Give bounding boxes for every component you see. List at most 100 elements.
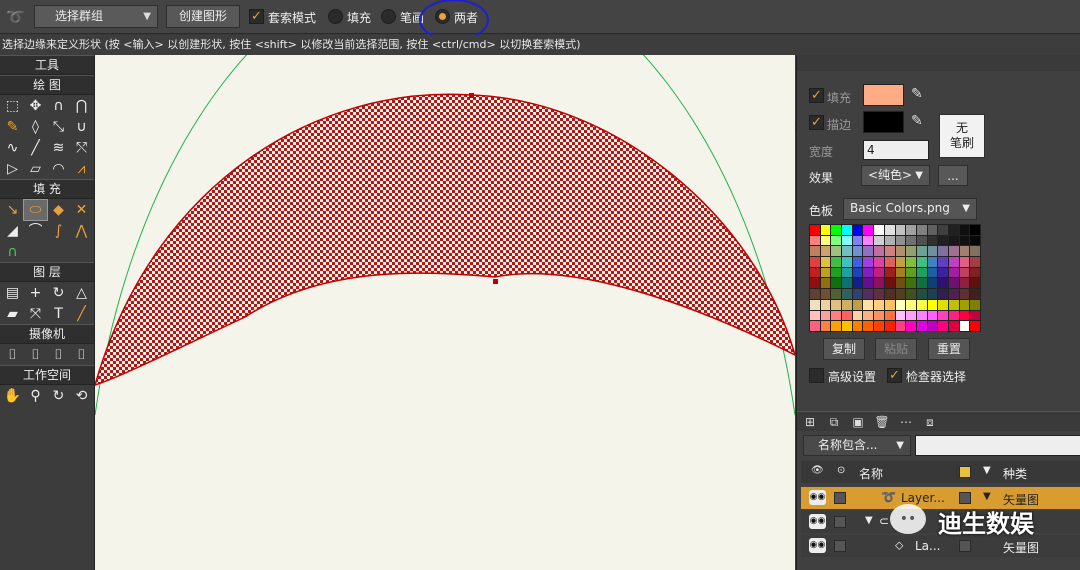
palette-color-cell[interactable] (842, 278, 852, 289)
palette-color-cell[interactable] (810, 299, 820, 310)
eye-icon[interactable]: ◉◉ (809, 514, 826, 529)
layer-settings-icon[interactable]: ⧈ (921, 414, 939, 430)
both-radio[interactable] (435, 9, 450, 24)
paste-button[interactable]: 粘贴 (875, 338, 917, 360)
hook-icon[interactable]: ∫ (47, 221, 70, 241)
palette-color-cell[interactable] (895, 246, 906, 257)
width-input[interactable]: 4 (863, 140, 929, 160)
palette-color-cell[interactable] (842, 246, 852, 257)
palette-color-cell[interactable] (874, 278, 884, 289)
palette-color-cell[interactable] (906, 267, 916, 278)
palette-color-cell[interactable] (810, 321, 820, 331)
palette-color-cell[interactable] (927, 310, 938, 321)
palette-color-cell[interactable] (842, 299, 852, 310)
canvas[interactable] (95, 55, 795, 570)
palette-color-cell[interactable] (970, 289, 980, 299)
palette-color-cell[interactable] (959, 310, 970, 321)
palette-color-cell[interactable] (831, 299, 842, 310)
eye-shape-icon[interactable]: ◠ (47, 159, 70, 179)
trash-icon[interactable]: 🗑 (873, 414, 891, 430)
move-icon[interactable]: ✥ (24, 96, 47, 116)
palette-color-cell[interactable] (874, 310, 884, 321)
palette-color-cell[interactable] (884, 225, 895, 235)
palette-color-cell[interactable] (970, 278, 980, 289)
palette-color-cell[interactable] (927, 257, 938, 267)
palette-color-cell[interactable] (938, 289, 948, 299)
palette-color-cell[interactable] (874, 257, 884, 267)
palette-color-cell[interactable] (948, 310, 959, 321)
chevron-down-icon[interactable]: ▼ (983, 465, 991, 476)
play-shape-icon[interactable]: ▷ (1, 159, 24, 179)
copy-button[interactable]: 复制 (823, 338, 865, 360)
stroke-pencil-icon[interactable]: ✎ (911, 113, 923, 129)
palette-color-cell[interactable] (895, 289, 906, 299)
lasso-fill-icon[interactable]: ⬭ (23, 198, 48, 221)
palette-color-cell[interactable] (820, 257, 831, 267)
palette-color-cell[interactable] (916, 278, 927, 289)
more-icon[interactable]: ⋯ (897, 414, 915, 430)
parallelogram-icon[interactable]: ▱ (24, 159, 47, 179)
wave-icon[interactable]: ≋ (47, 138, 70, 158)
palette-color-cell[interactable] (906, 321, 916, 331)
palette-color-cell[interactable] (916, 310, 927, 321)
palette-color-cell[interactable] (852, 225, 863, 235)
inspector-select-checkbox[interactable]: ✓ (887, 368, 902, 383)
palette-color-cell[interactable] (970, 310, 980, 321)
palette-color-cell[interactable] (959, 321, 970, 331)
palette-color-cell[interactable] (948, 289, 959, 299)
palette-color-cell[interactable] (831, 310, 842, 321)
palette-color-cell[interactable] (916, 321, 927, 331)
mountain-icon[interactable]: ⋀ (70, 221, 93, 241)
palette-color-cell[interactable] (863, 235, 874, 246)
palette-color-cell[interactable] (938, 246, 948, 257)
palette-color-cell[interactable] (852, 257, 863, 267)
palette-color-cell[interactable] (906, 235, 916, 246)
palette-color-cell[interactable] (874, 235, 884, 246)
palette-color-cell[interactable] (959, 235, 970, 246)
rotate-icon[interactable]: ↻ (47, 283, 70, 303)
skew-icon[interactable]: ▰ (1, 304, 24, 324)
palette-color-cell[interactable] (970, 299, 980, 310)
palette-color-cell[interactable] (948, 235, 959, 246)
palette-color-cell[interactable] (916, 246, 927, 257)
palette-color-cell[interactable] (831, 246, 842, 257)
palette-color-cell[interactable] (959, 225, 970, 235)
palette-color-cell[interactable] (927, 289, 938, 299)
warp-icon[interactable]: ⤲ (70, 138, 93, 158)
palette-color-cell[interactable] (852, 310, 863, 321)
palette-color-cell[interactable] (820, 225, 831, 235)
arch-icon[interactable]: ⋂ (70, 96, 93, 116)
palette-color-cell[interactable] (842, 235, 852, 246)
camera-zoom-icon[interactable]: ⌷ (70, 345, 93, 365)
palette-color-cell[interactable] (810, 278, 820, 289)
palette-color-cell[interactable] (820, 299, 831, 310)
palette-color-cell[interactable] (810, 289, 820, 299)
palette-color-cell[interactable] (810, 225, 820, 235)
palette-color-cell[interactable] (927, 246, 938, 257)
palette-color-cell[interactable] (916, 235, 927, 246)
palette-color-cell[interactable] (927, 235, 938, 246)
palette-color-cell[interactable] (884, 278, 895, 289)
palette-color-cell[interactable] (970, 267, 980, 278)
new-layer-icon[interactable]: ⊞ (801, 414, 819, 430)
palette-color-cell[interactable] (895, 321, 906, 331)
zigzag-icon[interactable]: ⩘ (70, 159, 93, 179)
stroke-checkbox[interactable]: ✓ (809, 115, 824, 130)
duplicate-layer-icon[interactable]: ⧉ (825, 414, 843, 430)
curve-icon[interactable]: ∿ (1, 138, 24, 158)
stroke-color-swatch[interactable] (863, 111, 904, 133)
palette-color-cell[interactable] (906, 299, 916, 310)
camera-move-icon[interactable]: ⌷ (24, 345, 47, 365)
rect-select-icon[interactable]: ⬚ (1, 96, 24, 116)
palette-color-cell[interactable] (938, 321, 948, 331)
palette-color-cell[interactable] (884, 310, 895, 321)
palette-color-cell[interactable] (842, 267, 852, 278)
fill-checkbox[interactable]: ✓ (809, 88, 824, 103)
lasso-icon[interactable]: ➰ (6, 8, 25, 26)
palette-color-cell[interactable] (852, 235, 863, 246)
lasso-mode-checkbox[interactable]: ✓ (249, 9, 264, 24)
palette-color-cell[interactable] (874, 321, 884, 331)
palette-color-cell[interactable] (884, 299, 895, 310)
palette-color-cell[interactable] (884, 289, 895, 299)
palette-color-cell[interactable] (927, 321, 938, 331)
